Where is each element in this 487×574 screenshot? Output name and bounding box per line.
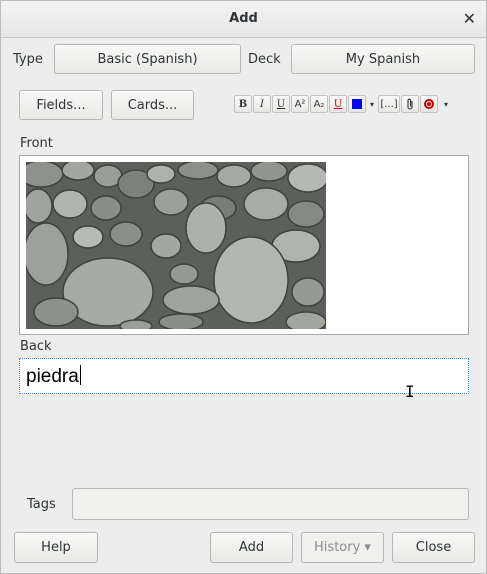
close-icon[interactable]: ✕ bbox=[463, 9, 476, 28]
back-text[interactable]: piedra bbox=[26, 365, 81, 388]
underline-button[interactable]: U bbox=[272, 95, 290, 113]
record-icon[interactable] bbox=[420, 95, 438, 113]
add-window: Add ✕ Type Basic (Spanish) Deck My Spani… bbox=[0, 0, 487, 574]
clear-format-button[interactable]: U bbox=[329, 95, 347, 113]
back-label: Back bbox=[20, 339, 52, 354]
text-caret bbox=[79, 365, 81, 385]
more-dropdown-icon[interactable]: ▾ bbox=[439, 95, 453, 113]
deck-label: Deck bbox=[248, 52, 281, 67]
pebbles-image bbox=[26, 162, 326, 329]
text-color-button[interactable] bbox=[348, 95, 366, 113]
fields-button[interactable]: Fields... bbox=[19, 90, 103, 120]
close-button[interactable]: Close bbox=[392, 532, 475, 563]
title-bar[interactable]: Add ✕ bbox=[1, 1, 486, 38]
back-field[interactable]: piedra bbox=[19, 358, 469, 394]
superscript-button[interactable]: A² bbox=[291, 95, 309, 113]
tags-label: Tags bbox=[27, 497, 56, 512]
front-label: Front bbox=[20, 136, 53, 151]
cards-button[interactable]: Cards... bbox=[111, 90, 194, 120]
deck-button[interactable]: My Spanish bbox=[291, 44, 475, 74]
italic-button[interactable]: I bbox=[253, 95, 271, 113]
front-field[interactable] bbox=[19, 155, 469, 335]
tags-input[interactable] bbox=[72, 488, 469, 520]
help-button[interactable]: Help bbox=[14, 532, 98, 563]
window-title: Add bbox=[229, 11, 258, 26]
bold-button[interactable]: B bbox=[234, 95, 252, 113]
subscript-button[interactable]: A₂ bbox=[310, 95, 328, 113]
type-label: Type bbox=[13, 52, 43, 67]
attach-icon[interactable] bbox=[401, 95, 419, 113]
format-toolbar: B I U A² A₂ U ▾ [...] ▾ bbox=[234, 95, 453, 115]
add-button[interactable]: Add bbox=[210, 532, 293, 563]
history-button[interactable]: History ▾ bbox=[301, 532, 384, 563]
note-type-button[interactable]: Basic (Spanish) bbox=[54, 44, 241, 74]
cloze-button[interactable]: [...] bbox=[378, 95, 400, 113]
text-color-swatch bbox=[352, 99, 362, 109]
text-cursor-icon: I bbox=[405, 382, 415, 401]
color-dropdown-icon[interactable]: ▾ bbox=[367, 95, 377, 113]
